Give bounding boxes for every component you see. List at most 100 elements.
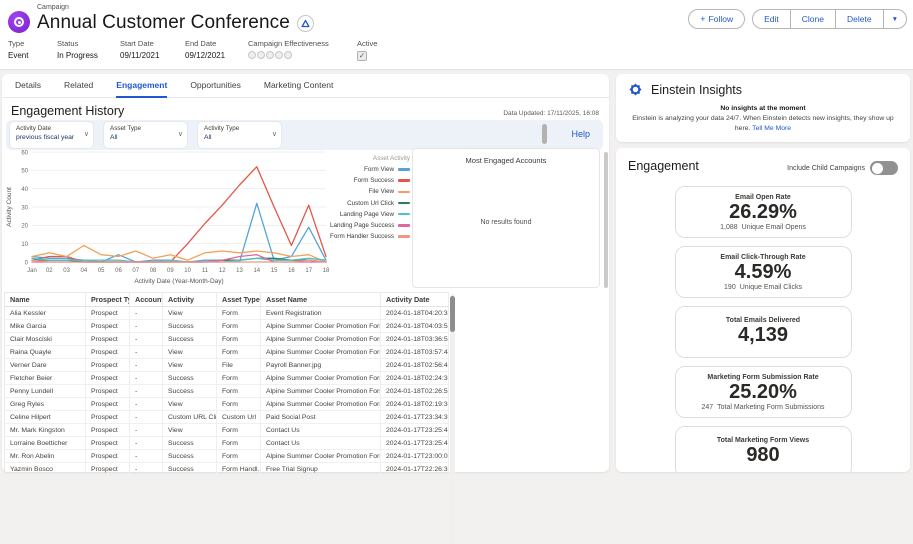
- column-header-asset-name[interactable]: Asset Name: [260, 292, 381, 307]
- metric-title: Email Click-Through Rate: [720, 253, 806, 261]
- filter-asset-type[interactable]: Asset Type All ∨: [104, 122, 187, 148]
- legend-entry-landing-page-success: Landing Page Success: [330, 220, 411, 231]
- metric-title: Email Open Rate: [735, 193, 791, 201]
- table-cell: Prospect: [85, 345, 130, 359]
- table-cell: 2024-01-17T23:25:48Z: [380, 423, 449, 437]
- more-actions-button[interactable]: ▼: [882, 9, 907, 29]
- legend-label: Landing Page Success: [330, 222, 395, 230]
- table-cell: Form Handl…: [216, 462, 261, 476]
- table-row: Greg Ryles Prospect - View Form Alpine Summer…: [4, 397, 449, 411]
- card-scrollbar[interactable]: [604, 152, 608, 288]
- table-cell: Success: [162, 371, 217, 385]
- table-cell: Prospect: [85, 319, 130, 333]
- field-label: Active: [357, 39, 378, 48]
- filter-activity-date[interactable]: Activity Date previous fiscal year ∨: [10, 122, 93, 148]
- tell-me-more-link[interactable]: Tell Me More: [752, 125, 791, 132]
- metric-count: 1,088: [720, 223, 738, 231]
- table-cell: -: [129, 306, 163, 320]
- field-label: Status: [57, 39, 79, 48]
- filter-bar-scrollbar[interactable]: [542, 124, 547, 144]
- einstein-empty-body: Einstein is analyzing your data 24/7. Wh…: [632, 114, 894, 134]
- table-cell: View: [162, 423, 217, 437]
- einstein-insights-title: Einstein Insights: [651, 82, 743, 97]
- chevron-down-icon: ∨: [177, 131, 183, 138]
- einstein-icon: [629, 83, 642, 96]
- filter-label: Asset Type: [110, 125, 142, 132]
- svg-text:30: 30: [21, 205, 28, 211]
- column-header-name[interactable]: Name: [4, 292, 86, 307]
- tab-related[interactable]: Related: [64, 74, 93, 98]
- include-child-campaigns-toggle[interactable]: [870, 161, 898, 175]
- table-cell: View: [162, 306, 217, 320]
- metric-subtitle: 247 Total Marketing Form Submissions: [701, 404, 824, 411]
- svg-text:17: 17: [305, 268, 312, 274]
- tab-bar: Details Related Engagement Opportunities Mar…: [2, 74, 609, 98]
- table-row: Mike Garcia Prospect - Success Form Alpine Su…: [4, 319, 449, 333]
- table-cell: Form: [216, 436, 261, 450]
- tab-marketing-content[interactable]: Marketing Content: [264, 74, 333, 98]
- table-cell: Raina Quayle: [4, 345, 86, 359]
- svg-text:03: 03: [63, 268, 70, 274]
- legend-label: Form View: [364, 166, 394, 173]
- active-checkbox[interactable]: ✓: [357, 51, 367, 61]
- tab-details[interactable]: Details: [15, 74, 41, 98]
- table-header-row: NameProspect TypeAccountActivityAsset Ty…: [4, 292, 449, 307]
- delete-button[interactable]: Delete: [834, 9, 884, 29]
- highlight-fields: Type Event Status In Progress Start Date 09/1…: [8, 39, 407, 61]
- table-cell: 2024-01-18T02:19:31Z: [380, 397, 449, 411]
- table-cell: Prospect: [85, 384, 130, 398]
- table-cell: Custom URL Click: [162, 410, 217, 424]
- metric-value: 26.29%: [729, 200, 797, 223]
- table-cell: Verner Dare: [4, 358, 86, 372]
- table-cell: File: [216, 358, 261, 372]
- tab-opportunities[interactable]: Opportunities: [190, 74, 241, 98]
- table-cell: View: [162, 397, 217, 411]
- metric-unit: Unique Email Clicks: [739, 283, 802, 291]
- table-cell: Success: [162, 436, 217, 450]
- einstein-empty-title: No insights at the moment: [720, 105, 806, 112]
- table-cell: Mr. Ron Abelin: [4, 449, 86, 463]
- svg-text:07: 07: [132, 268, 139, 274]
- table-scrollbar-thumb[interactable]: [450, 296, 455, 332]
- metric-card-list: Email Open Rate 26.29% 1,088 Unique Email O…: [616, 186, 910, 472]
- column-header-activity[interactable]: Activity: [162, 292, 217, 307]
- field-status: Status In Progress: [57, 39, 120, 61]
- column-header-prospect-type[interactable]: Prospect Type: [85, 292, 130, 307]
- column-header-asset-type[interactable]: Asset Type: [216, 292, 261, 307]
- agentforce-badge[interactable]: [296, 14, 314, 32]
- effectiveness-circle: [275, 51, 283, 59]
- legend-swatch: [398, 235, 411, 238]
- table-scrollbar[interactable]: [450, 294, 455, 544]
- table-cell: Lorraine Boetticher: [4, 436, 86, 450]
- help-link[interactable]: Help: [571, 129, 590, 139]
- table-row: Alia Kessler Prospect - View Form Event Regis…: [4, 306, 449, 320]
- metric-count: 247: [701, 403, 714, 411]
- svg-text:Activity Date (Year-Month-Day): Activity Date (Year-Month-Day): [134, 278, 223, 285]
- metric-subtitle: 190 Unique Email Clicks: [724, 284, 802, 291]
- follow-button[interactable]: + Follow: [688, 9, 746, 29]
- table-cell: Prospect: [85, 410, 130, 424]
- svg-text:09: 09: [167, 268, 174, 274]
- edit-button[interactable]: Edit: [752, 9, 791, 29]
- column-header-account[interactable]: Account: [129, 292, 163, 307]
- filter-value: previous fiscal year: [16, 134, 75, 141]
- table-cell: Yazmin Bosco: [4, 462, 86, 476]
- table-cell: Form: [216, 319, 261, 333]
- tab-engagement[interactable]: Engagement: [116, 74, 168, 98]
- table-cell: Prospect: [85, 332, 130, 346]
- table-row: Clair Mosciski Prospect - Success Form Alpine…: [4, 332, 449, 346]
- effectiveness-circle: [248, 51, 256, 59]
- chevron-down-icon: ∨: [271, 131, 277, 138]
- filter-activity-type[interactable]: Activity Type All ∨: [198, 122, 281, 148]
- metric-card-total-marketing-form-views: Total Marketing Form Views 980: [674, 426, 852, 472]
- table-cell: Greg Ryles: [4, 397, 86, 411]
- table-cell: Prospect: [85, 436, 130, 450]
- metric-unit: Total Marketing Form Submissions: [717, 403, 825, 411]
- clone-button[interactable]: Clone: [789, 9, 836, 29]
- filter-value: All: [204, 134, 212, 141]
- table-cell: 2024-01-18T03:36:57Z: [380, 332, 449, 346]
- table-cell: -: [129, 449, 163, 463]
- field-label: Type: [8, 39, 25, 48]
- column-header-activity-date[interactable]: Activity Date: [380, 292, 449, 307]
- table-cell: Prospect: [85, 449, 130, 463]
